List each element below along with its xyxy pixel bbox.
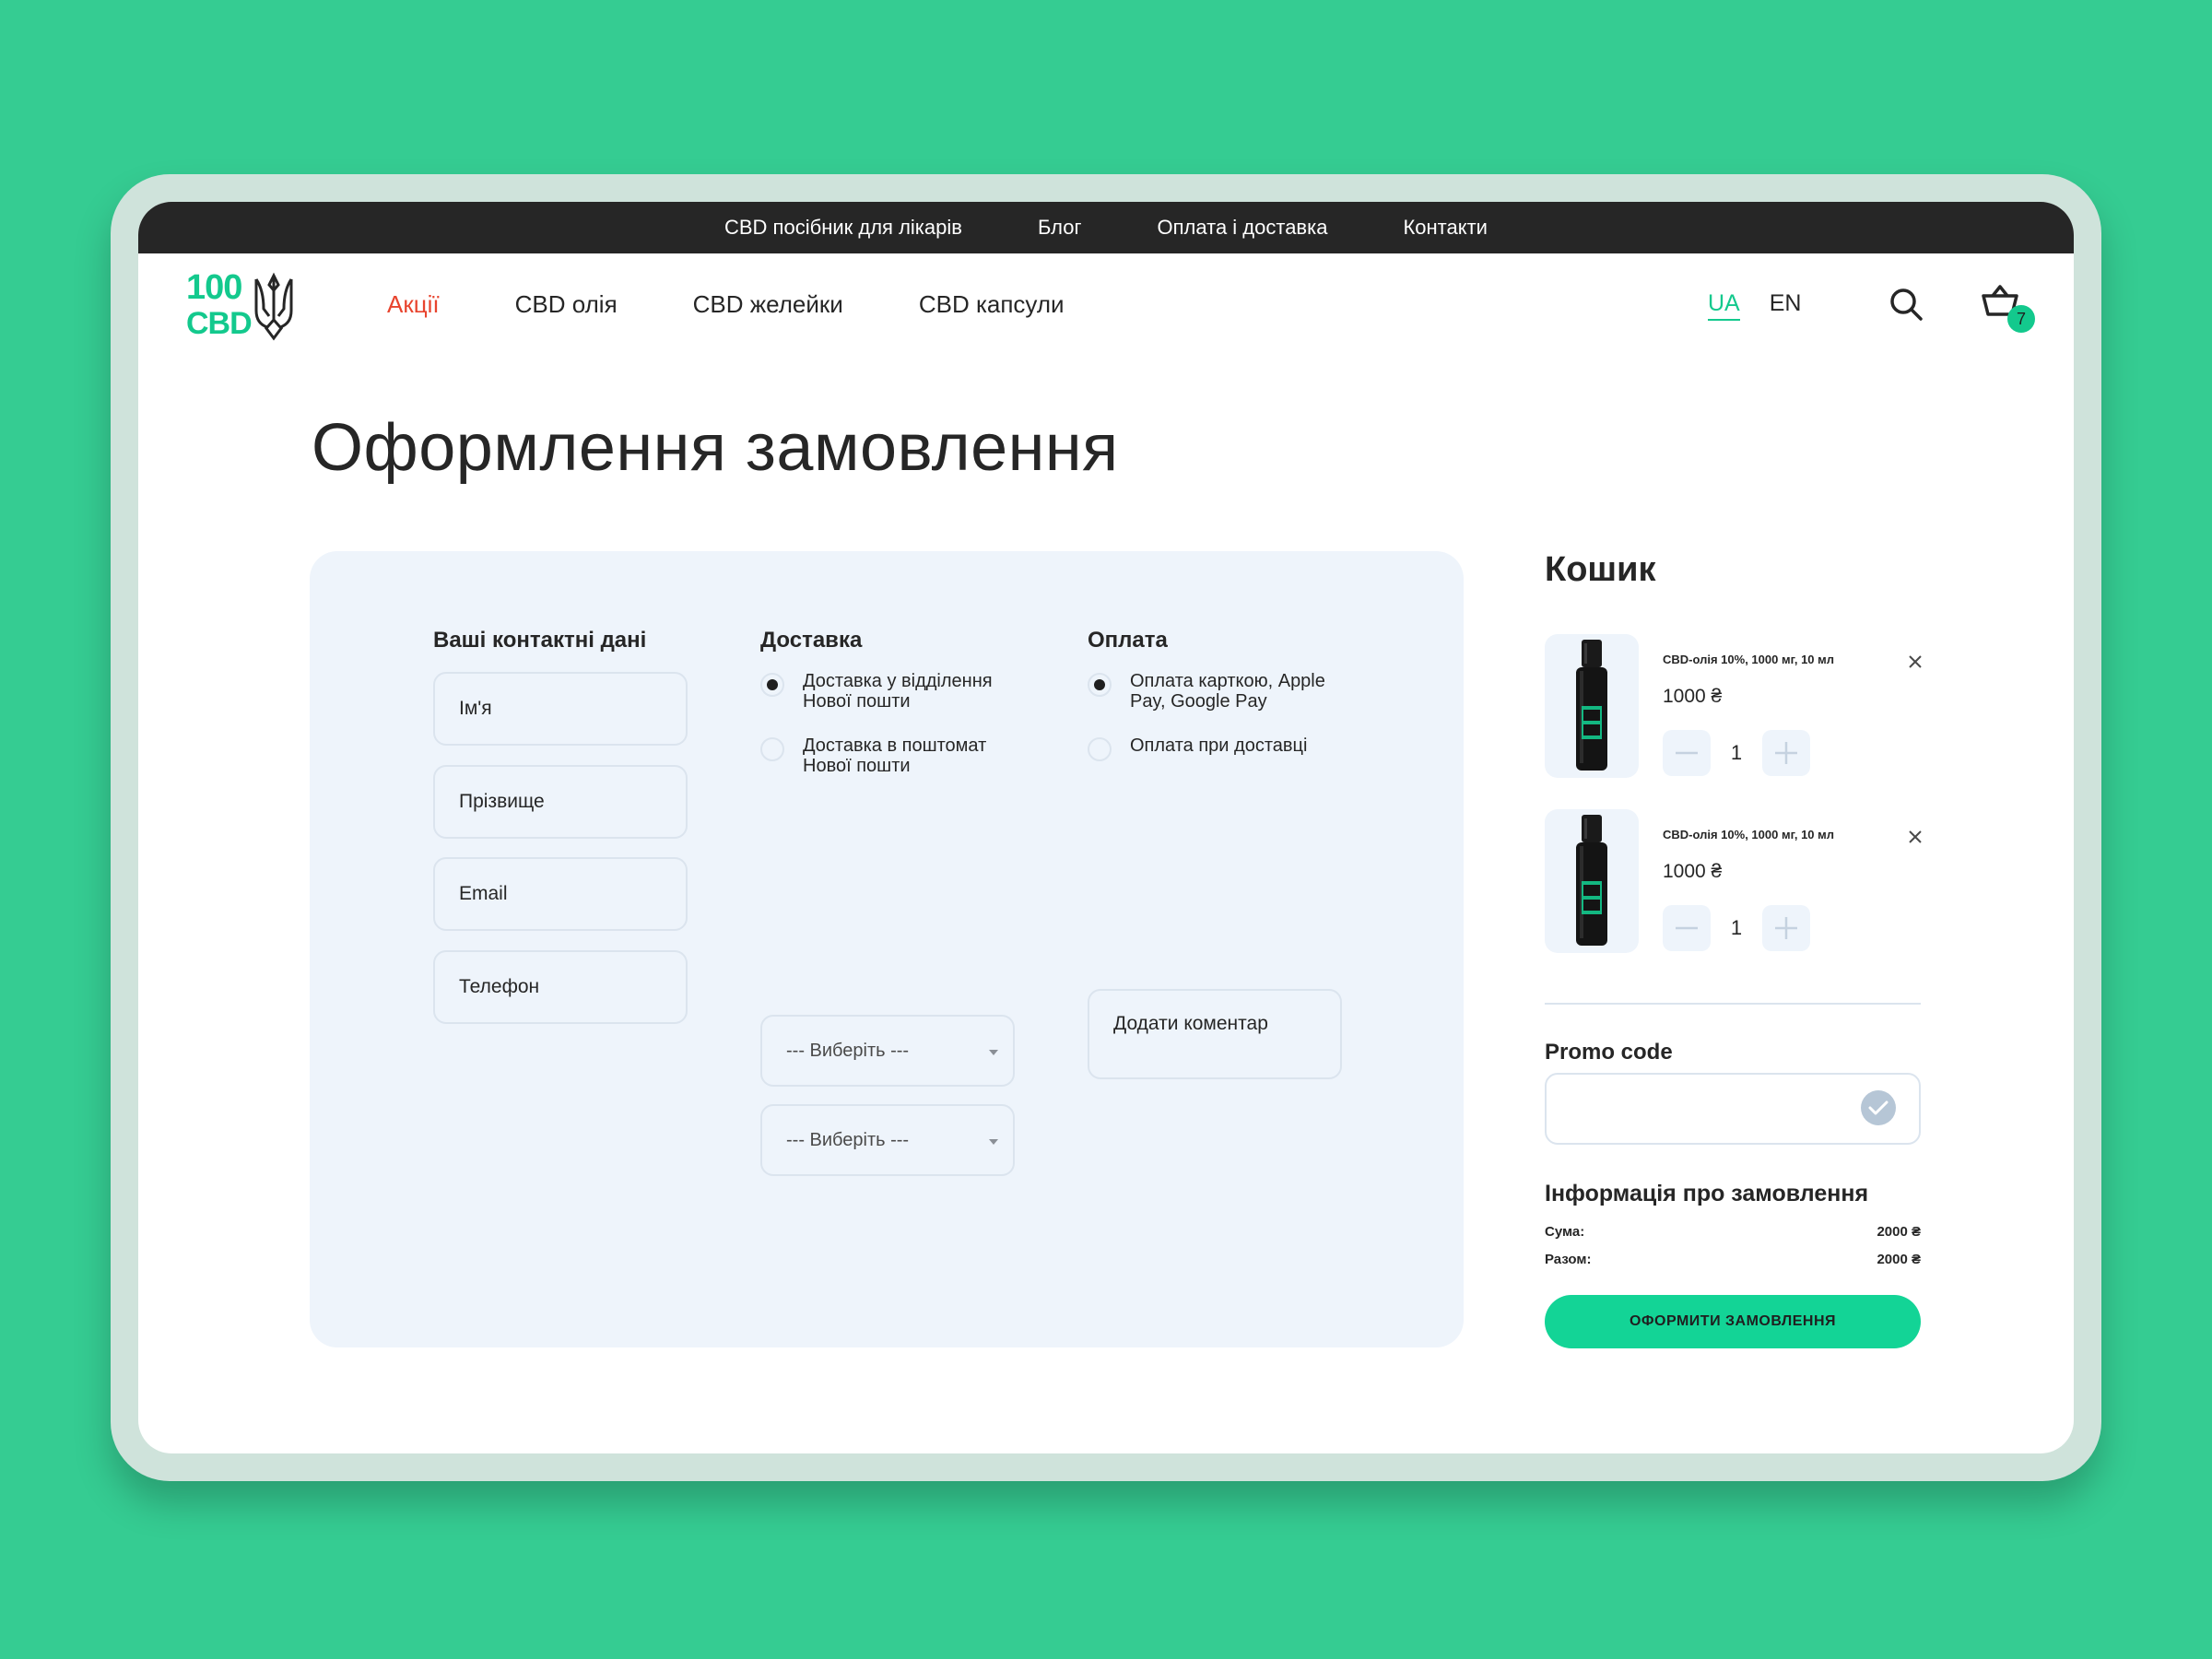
remove-item-button[interactable]	[1906, 828, 1924, 846]
cart-item-name: CBD-олія 10%, 1000 мг, 10 мл	[1663, 653, 1835, 666]
trident-icon	[254, 272, 293, 341]
search-icon	[1890, 288, 1923, 321]
oil-bottle-icon	[1576, 640, 1607, 771]
topbar-link-payment-delivery[interactable]: Оплата і доставка	[1158, 216, 1328, 240]
payment-option-label: Оплата при доставці	[1130, 735, 1308, 756]
cart-item-name: CBD-олія 10%, 1000 мг, 10 мл	[1663, 828, 1835, 841]
minus-icon	[1676, 926, 1698, 930]
increase-qty-button[interactable]	[1762, 905, 1810, 951]
order-info-title: Інформація про замовлення	[1545, 1181, 1869, 1206]
last-name-field[interactable]	[433, 765, 688, 839]
decrease-qty-button[interactable]	[1663, 730, 1711, 776]
decrease-qty-button[interactable]	[1663, 905, 1711, 951]
quantity-value: 1	[1730, 741, 1743, 764]
order-total-row: Разом: 2000 ₴	[1545, 1252, 1921, 1267]
contact-section-title: Ваші контактні дані	[433, 628, 647, 653]
payment-option-card[interactable]: Оплата карткою, Apple Pay, Google Pay	[1088, 671, 1342, 712]
plus-icon	[1775, 917, 1797, 939]
lang-ua[interactable]: UA	[1708, 290, 1740, 321]
checkmark-icon	[1861, 1090, 1896, 1125]
promo-code-box	[1545, 1073, 1921, 1145]
chevron-down-icon	[989, 1139, 998, 1145]
radio-button-selected[interactable]	[760, 673, 784, 697]
first-name-field[interactable]	[433, 672, 688, 746]
total-label: Разом:	[1545, 1252, 1592, 1267]
checkout-form-panel: Ваші контактні дані Доставка Доставка у …	[310, 551, 1464, 1347]
sum-value: 2000 ₴	[1877, 1224, 1921, 1240]
cart-title: Кошик	[1545, 550, 1656, 589]
city-select[interactable]: --- Виберіть ---	[760, 1015, 1015, 1087]
radio-button[interactable]	[1088, 737, 1112, 761]
cart-button[interactable]: 7	[1980, 283, 2035, 333]
search-button[interactable]	[1888, 286, 1924, 323]
payment-option-cash-on-delivery[interactable]: Оплата при доставці	[1088, 735, 1342, 761]
browser-screen: CBD посібник для лікарів Блог Оплата і д…	[138, 202, 2074, 1453]
product-image[interactable]	[1545, 809, 1639, 953]
cart-item: CBD-олія 10%, 1000 мг, 10 мл 1000 ₴ 1	[1545, 634, 1923, 782]
order-sum-row: Сума: 2000 ₴	[1545, 1224, 1921, 1240]
product-image[interactable]	[1545, 634, 1639, 778]
close-icon	[1909, 655, 1922, 668]
delivery-option-branch[interactable]: Доставка у відділення Нової пошти	[760, 671, 1015, 712]
quantity-value: 1	[1730, 916, 1743, 939]
language-switcher: UA EN	[1708, 290, 1801, 321]
select-value: --- Виберіть ---	[786, 1129, 910, 1150]
total-value: 2000 ₴	[1877, 1252, 1921, 1267]
phone-field[interactable]	[433, 950, 688, 1024]
logo-number: 100	[186, 268, 242, 307]
quantity-stepper: 1	[1663, 905, 1810, 951]
logo-text: CBD	[186, 306, 253, 341]
delivery-option-parcel-locker[interactable]: Доставка в поштомат Нової пошти	[760, 735, 1015, 776]
nav-item-cbd-capsules[interactable]: CBD капсули	[919, 290, 1065, 319]
sum-label: Сума:	[1545, 1224, 1585, 1240]
topbar-link-contacts[interactable]: Контакти	[1403, 216, 1488, 240]
oil-bottle-icon	[1576, 815, 1607, 946]
delivery-section-title: Доставка	[760, 628, 863, 653]
chevron-down-icon	[989, 1050, 998, 1055]
topbar-link-blog[interactable]: Блог	[1038, 216, 1082, 240]
remove-item-button[interactable]	[1906, 653, 1924, 671]
select-value: --- Виберіть ---	[786, 1040, 910, 1061]
topbar-link-doctors-guide[interactable]: CBD посібник для лікарів	[724, 216, 962, 240]
top-bar: CBD посібник для лікарів Блог Оплата і д…	[138, 202, 2074, 253]
cart-item-price: 1000 ₴	[1663, 861, 1723, 882]
cart-item-price: 1000 ₴	[1663, 686, 1723, 707]
cart-count-badge: 7	[2007, 305, 2035, 333]
nav-item-cbd-gummies[interactable]: CBD желейки	[693, 290, 843, 319]
apply-promo-button[interactable]	[1860, 1089, 1897, 1126]
payment-section-title: Оплата	[1088, 628, 1168, 653]
cart-item: CBD-олія 10%, 1000 мг, 10 мл 1000 ₴ 1	[1545, 809, 1923, 957]
minus-icon	[1676, 751, 1698, 755]
plus-icon	[1775, 742, 1797, 764]
promo-code-label: Promo code	[1545, 1040, 1673, 1065]
nav-item-sales[interactable]: Акції	[387, 290, 440, 319]
branch-select[interactable]: --- Виберіть ---	[760, 1104, 1015, 1176]
promo-code-input[interactable]	[1547, 1075, 1851, 1143]
payment-option-label: Оплата карткою, Apple Pay, Google Pay	[1130, 671, 1325, 712]
quantity-stepper: 1	[1663, 730, 1810, 776]
close-icon	[1909, 830, 1922, 843]
cart-divider	[1545, 1003, 1921, 1005]
radio-button[interactable]	[760, 737, 784, 761]
nav-item-cbd-oil[interactable]: CBD олія	[515, 290, 618, 319]
logo[interactable]: 100 CBD	[186, 270, 306, 344]
delivery-option-label: Доставка в поштомат Нової пошти	[803, 735, 987, 776]
page-title: Оформлення замовлення	[312, 411, 1119, 485]
place-order-button[interactable]: ОФОРМИТИ ЗАМОВЛЕННЯ	[1545, 1295, 1921, 1348]
increase-qty-button[interactable]	[1762, 730, 1810, 776]
lang-en[interactable]: EN	[1770, 290, 1802, 321]
email-field[interactable]	[433, 857, 688, 931]
comment-field[interactable]	[1088, 989, 1342, 1079]
radio-button-selected[interactable]	[1088, 673, 1112, 697]
main-nav: Акції CBD олія CBD желейки CBD капсули	[387, 290, 1065, 319]
delivery-option-label: Доставка у відділення Нової пошти	[803, 671, 993, 712]
